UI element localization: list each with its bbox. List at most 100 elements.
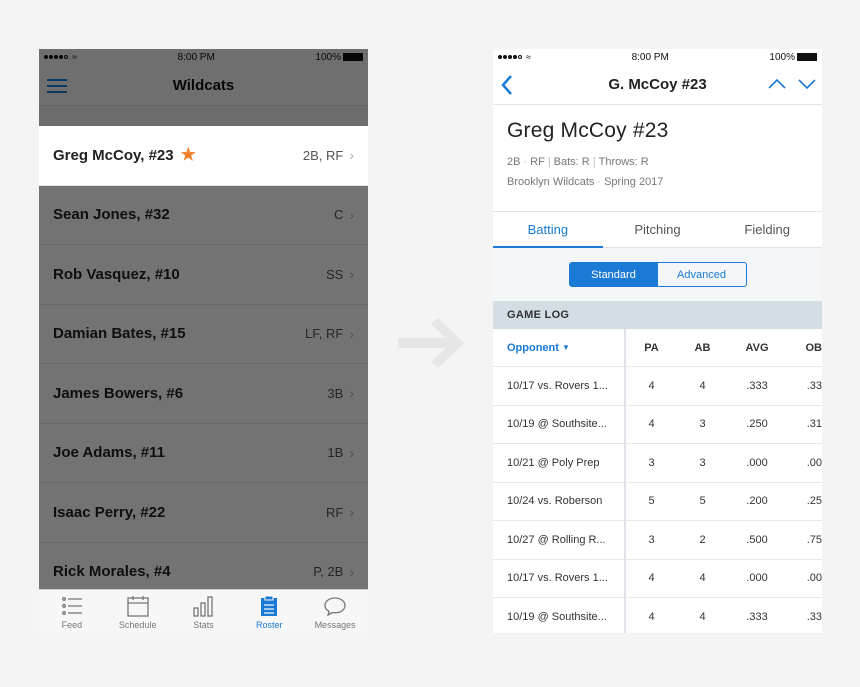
player-meta: 2B · RF | Bats: R | Throws: R Brooklyn Wildcat… (507, 152, 808, 192)
roster-row[interactable]: Greg McCoy, #23 ★ 2B, RF › (39, 126, 368, 186)
tab-roster-label: Roster (256, 620, 283, 630)
tab-fielding[interactable]: Fielding (712, 212, 822, 247)
table-row[interactable]: 10/19 @ Southsite... 4 3 .250 .31 (493, 405, 822, 444)
battery-icon (343, 52, 363, 61)
signal-icon: ≈ (498, 52, 531, 62)
feed-icon (61, 597, 82, 615)
table-row[interactable]: 10/27 @ Rolling R... 3 2 .500 .75 (493, 521, 822, 560)
chevron-right-icon: › (349, 325, 354, 342)
meta-team: Brooklyn Wildcats (507, 176, 595, 188)
section-title: GAME LOG (493, 301, 822, 329)
tab-schedule-label: Schedule (118, 620, 157, 630)
opponent-column-label: Opponent (507, 341, 559, 354)
table-row[interactable]: 10/19 @ Southsite... 4 4 .333 .33 (493, 598, 822, 633)
bar-chart-icon (193, 596, 214, 617)
player-name: Rick Morales, #4 (53, 563, 171, 580)
battery-icon (797, 52, 817, 61)
player-position-text: 2B, RF (302, 147, 344, 163)
table-row[interactable]: 10/17 vs. Rovers 1... 4 4 .000 .00 (493, 559, 822, 598)
cell-opponent: 10/19 @ Southsite... (493, 405, 626, 443)
player-name: Greg McCoy #23 (507, 119, 669, 142)
segment-advanced[interactable]: Advanced (658, 263, 746, 286)
cell-ab: 3 (699, 418, 706, 431)
cell-ob: .33 (806, 379, 822, 392)
segment-standard[interactable]: Standard (569, 263, 658, 286)
column-ob[interactable]: OB (786, 342, 823, 354)
tab-messages[interactable]: Messages (302, 590, 368, 633)
roster-row[interactable]: Sean Jones, #32 C › (39, 185, 368, 245)
player-name: Greg McCoy, #23 ★ (53, 145, 196, 165)
chevron-down-icon[interactable] (797, 77, 817, 91)
tab-feed[interactable]: Feed (39, 590, 105, 633)
tab-schedule[interactable]: Schedule (105, 590, 171, 633)
player-position-text: SS (325, 266, 344, 282)
cell-ob: .00 (806, 456, 822, 469)
cell-ob: .25 (806, 495, 822, 508)
player-position: 2B, RF › (303, 147, 354, 163)
cell-pa: 5 (648, 495, 655, 508)
table-header-row: Opponent ▼ PA AB AVG OB (493, 329, 822, 367)
cell-opponent: 10/27 @ Rolling R... (493, 521, 626, 559)
roster-row[interactable]: Rob Vasquez, #10 SS › (39, 245, 368, 305)
page-title: Wildcats (172, 76, 235, 94)
roster-row[interactable]: James Bowers, #6 3B › (39, 364, 368, 424)
player-meta-line2: Brooklyn Wildcats · Spring 2017 (507, 176, 664, 188)
nav-bar: G. McCoy #23 (493, 65, 822, 105)
tab-bar: Feed Schedule Stats Roster Messages (39, 589, 368, 633)
player-name: Isaac Perry, #22 (53, 504, 165, 521)
tab-messages-label: Messages (314, 620, 356, 630)
player-name: Rob Vasquez, #10 (53, 266, 180, 283)
player-name: Joe Adams, #11 (53, 444, 165, 461)
cell-avg: .000 (746, 456, 768, 469)
meta-position-2: RF (530, 156, 545, 168)
cell-avg: .333 (746, 379, 768, 392)
player-name-text: Damian Bates, #15 (53, 325, 186, 343)
game-rows: 10/17 vs. Rovers 1... 4 4.333.33 10/19 @ So… (493, 367, 822, 633)
chevron-right-icon: › (349, 206, 354, 223)
cell-ob: .31 (806, 418, 822, 431)
tab-batting[interactable]: Batting (493, 212, 603, 248)
cell-ob: .33 (806, 610, 822, 623)
status-bar: ≈ 8:00 PM 100% (39, 49, 368, 65)
stat-tabs: Batting Pitching Fielding (493, 211, 822, 248)
column-avg[interactable]: AVG (728, 342, 786, 354)
back-chevron-icon[interactable] (499, 74, 515, 96)
chevron-right-icon: › (349, 147, 354, 164)
tab-roster[interactable]: Roster (236, 590, 302, 633)
cell-opponent: 10/17 vs. Rovers 1... (493, 367, 626, 405)
chevron-up-icon[interactable] (767, 77, 787, 91)
meta-throws: Throws: R (598, 156, 649, 168)
status-bar: ≈ 8:00 PM 100% (493, 49, 822, 65)
table-row[interactable]: 10/24 vs. Roberson 5 5 .200 .25 (493, 482, 822, 521)
table-row[interactable]: 10/17 vs. Rovers 1... 4 4 .333 .33 (493, 367, 822, 406)
player-position: RF › (326, 504, 354, 520)
cell-opponent: 10/24 vs. Roberson (493, 482, 626, 520)
player-position-text: LF, RF (305, 326, 344, 342)
hamburger-menu-icon[interactable] (47, 78, 67, 94)
cell-ab: 5 (699, 495, 706, 508)
player-position: LF, RF › (305, 326, 354, 342)
cell-avg: .500 (746, 533, 768, 546)
segment-control-wrap: Standard Advanced (493, 248, 822, 301)
player-position: 1B › (327, 445, 354, 461)
roster-row[interactable]: Joe Adams, #11 1B › (39, 423, 368, 483)
roster-row[interactable]: Damian Bates, #15 LF, RF › (39, 304, 368, 364)
table-row[interactable]: 10/21 @ Poly Prep 3 3 .000 .00 (493, 444, 822, 483)
battery-indicator: 100% (315, 52, 363, 63)
tab-pitching[interactable]: Pitching (603, 212, 713, 247)
column-ab[interactable]: AB (677, 342, 728, 354)
segment-control: Standard Advanced (568, 262, 747, 287)
meta-position-1: 2B (507, 156, 521, 168)
roster-row[interactable]: Isaac Perry, #22 RF › (39, 483, 368, 543)
player-header: Greg McCoy #23 2B · RF | Bats: R | Throws: R B… (493, 105, 822, 211)
cell-pa: 3 (648, 456, 655, 469)
player-position: C › (334, 207, 354, 223)
player-position-text: C (333, 207, 344, 223)
player-name-text: Rick Morales, #4 (53, 563, 171, 581)
tab-stats[interactable]: Stats (171, 590, 237, 633)
opponent-sort-header[interactable]: Opponent ▼ (493, 329, 626, 366)
column-pa[interactable]: PA (626, 342, 677, 354)
player-position-text: 3B (327, 385, 344, 401)
chevron-right-icon: › (349, 266, 354, 283)
meta-season: Spring 2017 (604, 176, 664, 188)
